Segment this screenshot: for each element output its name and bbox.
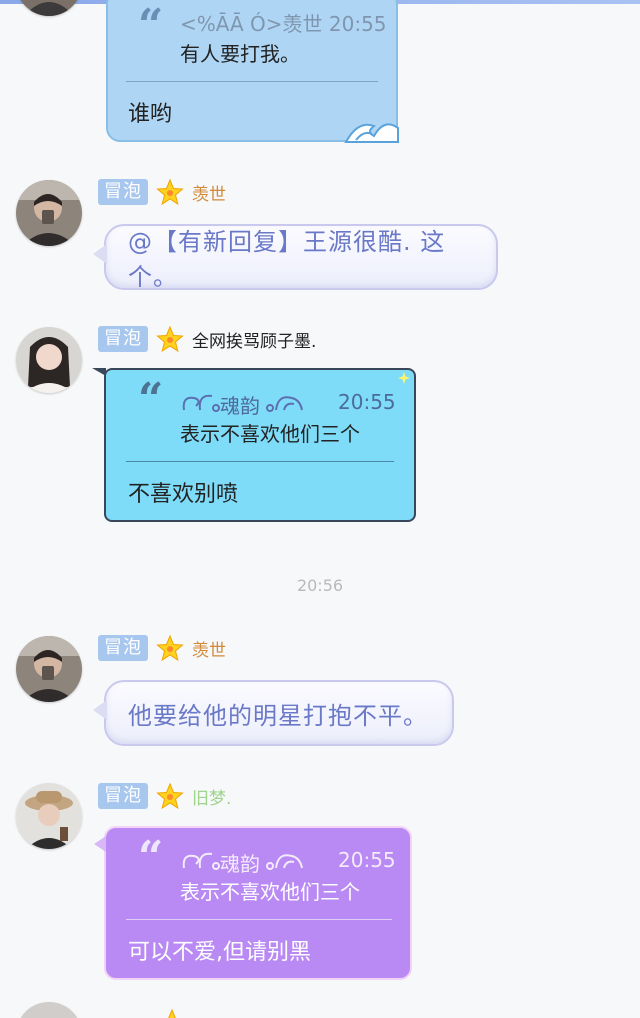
message-text: @【有新回复】王源很酷. 这个。 bbox=[128, 228, 446, 291]
quote-header: <%ĀĀ Ó>羡世 20:55 bbox=[180, 12, 387, 36]
avatar[interactable] bbox=[16, 783, 82, 849]
sender-tag: 冒泡 bbox=[98, 179, 148, 205]
swirl-icon bbox=[182, 394, 220, 412]
message-bubble[interactable]: @【有新回复】王源很酷. 这个。 bbox=[93, 224, 498, 291]
sender-tag: 冒泡 bbox=[98, 635, 148, 661]
star-icon bbox=[156, 634, 184, 662]
message-bubble[interactable]: 他要给他的明星打抱不平。 bbox=[93, 680, 454, 746]
quote-nickname: 魂韵 bbox=[220, 852, 260, 876]
quote-mark: “ bbox=[138, 832, 164, 883]
divider bbox=[126, 461, 394, 462]
swirl-icon bbox=[266, 396, 303, 412]
sender-meta: 冒泡 全网挨骂顾子墨. bbox=[98, 325, 316, 353]
sender-meta: 冒泡 羡世 bbox=[98, 178, 226, 206]
star-icon bbox=[168, 1008, 176, 1018]
timestamp: 20:56 bbox=[296, 576, 344, 595]
sparkle-icon bbox=[398, 372, 410, 384]
avatar[interactable] bbox=[16, 327, 82, 393]
wave-icon bbox=[344, 110, 400, 144]
sender-name[interactable]: 羡世 bbox=[192, 180, 226, 205]
avatar[interactable] bbox=[16, 1002, 82, 1018]
avatar[interactable] bbox=[16, 180, 82, 246]
star-icon bbox=[156, 325, 184, 353]
quote-text: 表示不喜欢他们三个 bbox=[180, 422, 360, 446]
reply-text: 谁哟 bbox=[128, 102, 173, 127]
sender-meta: 冒泡 旧梦. bbox=[98, 782, 231, 810]
quote-nickname: 魂韵 bbox=[220, 394, 260, 418]
star-icon bbox=[156, 782, 184, 810]
bubble-tail bbox=[93, 700, 107, 720]
divider bbox=[126, 81, 378, 82]
swirl-icon bbox=[266, 854, 303, 870]
reply-text: 不喜欢别喷 bbox=[128, 482, 239, 507]
quote-reply-bubble[interactable]: “ 魂韵 20:55 表示不喜欢他们三个 可以不爱,但请别黑 bbox=[94, 826, 412, 980]
quote-time: 20:55 bbox=[338, 848, 396, 872]
quote-reply-bubble[interactable]: “ 魂韵 20:55 表示不喜欢他们三个 不喜欢别喷 bbox=[92, 368, 416, 522]
sender-name[interactable]: 羡世 bbox=[192, 636, 226, 661]
quote-text: 表示不喜欢他们三个 bbox=[180, 880, 360, 904]
swirl-icon bbox=[182, 852, 220, 870]
quote-time: 20:55 bbox=[338, 390, 396, 414]
quote-mark: “ bbox=[138, 0, 164, 51]
star-icon bbox=[156, 178, 184, 206]
sender-meta: 冒泡 羡世 bbox=[98, 634, 226, 662]
avatar[interactable] bbox=[16, 0, 82, 16]
quote-text: 有人要打我。 bbox=[180, 42, 300, 66]
divider bbox=[126, 919, 392, 920]
message-text: 他要给他的明星打抱不平。 bbox=[128, 701, 428, 730]
quote-mark: “ bbox=[138, 374, 164, 425]
sender-tag: 冒泡 bbox=[98, 783, 148, 809]
sender-tag: 冒泡 bbox=[98, 326, 148, 352]
quote-reply-bubble[interactable]: “ <%ĀĀ Ó>羡世 20:55 有人要打我。 谁哟 bbox=[106, 0, 400, 144]
sender-name[interactable]: 全网挨骂顾子墨. bbox=[192, 327, 316, 352]
avatar[interactable] bbox=[16, 636, 82, 702]
bubble-tail bbox=[94, 836, 106, 852]
bubble-tail bbox=[93, 244, 107, 264]
bubble-tail bbox=[92, 368, 106, 376]
reply-text: 可以不爱,但请别黑 bbox=[128, 940, 311, 965]
sender-name[interactable]: 旧梦. bbox=[192, 784, 231, 809]
